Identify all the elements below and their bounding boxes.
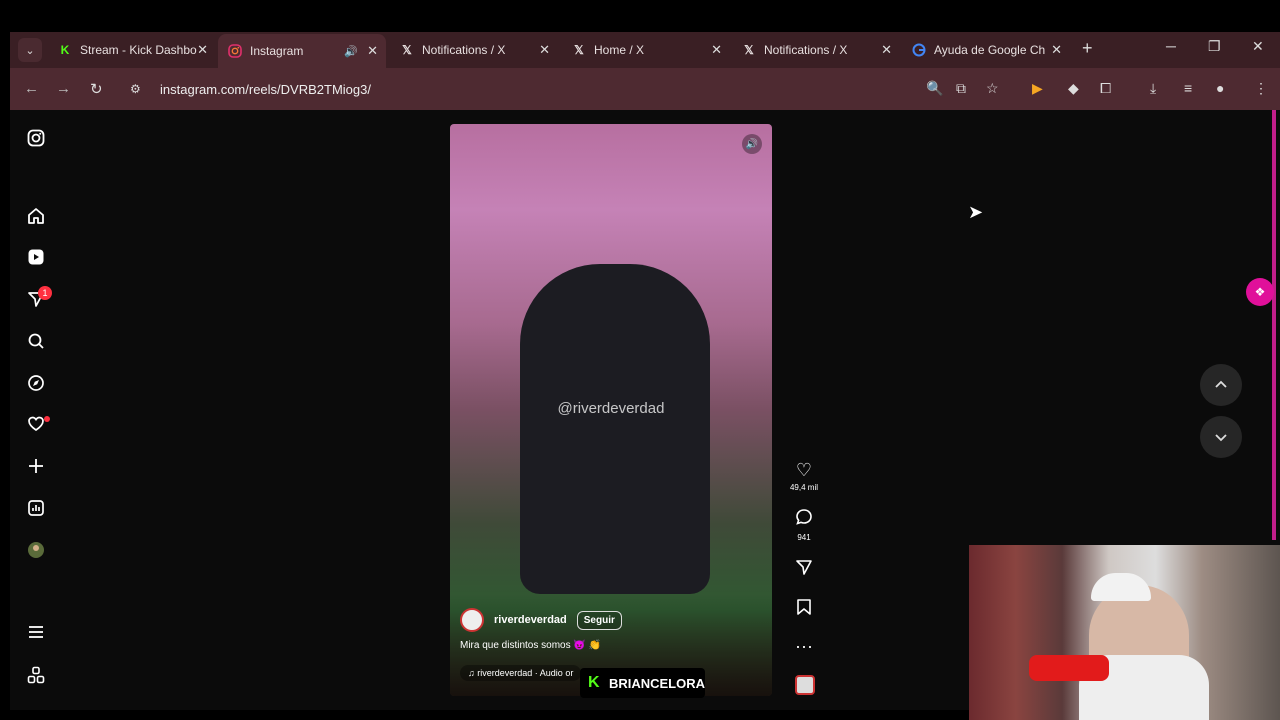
reel-caption: Mira que distintos somos 😈 👏	[460, 640, 602, 651]
screen-top-bar	[0, 0, 1280, 32]
close-icon[interactable]: ✕	[711, 42, 722, 58]
instagram-sidebar: 1	[10, 110, 64, 710]
webcam-cap	[1091, 573, 1151, 601]
extension-diamond-icon[interactable]: ◆	[1068, 80, 1079, 97]
side-extension-icon[interactable]: ❖	[1246, 278, 1274, 306]
video-person-body	[520, 264, 710, 594]
dashboard-icon[interactable]	[25, 497, 47, 519]
install-app-icon[interactable]: ⧉	[956, 80, 966, 97]
back-arrow-icon[interactable]: ←	[24, 80, 39, 97]
tab-google-help[interactable]: Ayuda de Google Ch ✕	[902, 36, 1070, 64]
zoom-icon[interactable]: 🔍	[926, 80, 943, 97]
extension-play-icon[interactable]: ▶	[1032, 80, 1043, 97]
x-favicon-icon: 𝕏	[744, 43, 754, 57]
tab-kick-dashboard[interactable]: K Stream - Kick Dashbo ✕	[48, 36, 216, 64]
tab-title: Notifications / X	[422, 43, 506, 57]
tab-x-home[interactable]: 𝕏 Home / X ✕	[562, 36, 730, 64]
browser-tabstrip: ⌄ K Stream - Kick Dashbo ✕ Instagram 🔊 ✕…	[10, 32, 1280, 68]
new-tab-plus-icon[interactable]: +	[1082, 38, 1093, 59]
downloads-icon[interactable]: ⤓	[1150, 80, 1156, 97]
streamer-name: BRIANCELORA	[608, 675, 705, 691]
close-icon[interactable]: ✕	[1051, 42, 1062, 58]
share-action[interactable]	[782, 558, 826, 581]
video-watermark: @riverdeverdad	[557, 400, 665, 417]
audio-text: riverdeverdad · Audio or	[477, 668, 574, 678]
reload-icon[interactable]: ↻	[90, 80, 103, 98]
profile-avatar-icon[interactable]: ●	[1216, 80, 1224, 96]
tab-title: Stream - Kick Dashbo	[80, 43, 197, 57]
more-options-action[interactable]: ···	[782, 636, 826, 657]
audio-thumbnail[interactable]	[795, 675, 815, 695]
browser-menu-icon[interactable]: ⋮	[1254, 80, 1268, 97]
bookmark-star-icon[interactable]: ☆	[986, 80, 999, 97]
messages-badge: 1	[38, 286, 52, 300]
media-controls-icon[interactable]: ≡	[1184, 80, 1192, 96]
close-icon[interactable]: ✕	[197, 42, 208, 58]
kick-streamer-banner: K BRIANCELORA	[580, 668, 705, 698]
close-icon[interactable]: ✕	[367, 43, 378, 59]
music-note-icon: ♫	[468, 668, 475, 678]
instagram-favicon-icon	[228, 44, 242, 58]
save-action[interactable]	[782, 598, 826, 621]
reels-icon[interactable]	[25, 246, 47, 268]
webcam-microphone	[1029, 655, 1109, 681]
next-reel-chevron-down-icon[interactable]	[1200, 416, 1242, 458]
mouse-cursor-icon: ➤	[968, 202, 984, 222]
more-menu-icon[interactable]	[25, 621, 47, 643]
bookmark-icon[interactable]	[782, 598, 826, 621]
side-panel-rail	[1272, 110, 1276, 540]
kick-logo-icon: K	[588, 674, 600, 691]
kick-favicon-icon: K	[60, 43, 70, 57]
reel-video[interactable]: 🔊 @riverdeverdad riverdeverdad Seguir Mi…	[450, 124, 772, 696]
tab-x-notifications[interactable]: 𝕏 Notifications / X ✕	[390, 36, 558, 64]
restore-icon[interactable]: ❐	[1208, 38, 1221, 55]
volume-icon[interactable]: 🔊	[742, 134, 762, 154]
forward-arrow-icon[interactable]: →	[56, 80, 71, 97]
x-favicon-icon: 𝕏	[574, 43, 584, 57]
browser-toolbar: ← → ↻ ⚙ instagram.com/reels/DVRB2TMiog3/…	[10, 68, 1280, 110]
like-action[interactable]: ♡ 49,4 mil	[782, 460, 826, 492]
tab-x-notifications-2[interactable]: 𝕏 Notifications / X ✕	[732, 36, 900, 64]
extensions-puzzle-icon[interactable]: ⧠	[1100, 80, 1111, 97]
explore-icon[interactable]	[25, 372, 47, 394]
profile-avatar[interactable]	[25, 539, 47, 561]
instagram-logo-icon[interactable]	[25, 127, 47, 149]
tab-search-button[interactable]: ⌄	[18, 38, 42, 62]
author-name[interactable]: riverdeverdad	[494, 614, 567, 626]
author-avatar[interactable]	[460, 608, 484, 632]
url-text[interactable]: instagram.com/reels/DVRB2TMiog3/	[160, 82, 371, 97]
search-icon[interactable]	[25, 330, 47, 352]
close-icon[interactable]: ✕	[539, 42, 550, 58]
window-close-icon[interactable]: ✕	[1252, 38, 1264, 55]
comment-count: 941	[797, 533, 811, 542]
home-icon[interactable]	[25, 205, 47, 227]
tab-title: Ayuda de Google Ch	[934, 43, 1046, 57]
google-favicon-icon	[912, 43, 926, 57]
tab-instagram[interactable]: Instagram 🔊 ✕	[218, 34, 386, 68]
minimize-icon[interactable]: ─	[1166, 38, 1176, 54]
create-plus-icon[interactable]	[25, 455, 47, 477]
previous-reel-chevron-up-icon[interactable]	[1200, 364, 1242, 406]
follow-button[interactable]: Seguir	[576, 610, 622, 630]
x-favicon-icon: 𝕏	[402, 43, 412, 57]
like-heart-icon[interactable]: ♡	[782, 460, 826, 481]
close-icon[interactable]: ✕	[881, 42, 892, 58]
share-icon[interactable]	[782, 558, 826, 581]
audio-label[interactable]: ♫ riverdeverdad · Audio or	[460, 665, 582, 681]
notifications-dot	[44, 416, 50, 422]
webcam-overlay	[969, 545, 1280, 720]
also-from-meta-icon[interactable]	[25, 664, 47, 686]
more-dots-icon[interactable]: ···	[782, 636, 826, 657]
tab-title: Instagram	[250, 44, 304, 58]
author-row: riverdeverdad Seguir	[460, 608, 760, 632]
address-bar[interactable]: ⚙ instagram.com/reels/DVRB2TMiog3/	[122, 75, 1022, 103]
tab-title: Home / X	[594, 43, 645, 57]
comment-icon[interactable]	[782, 508, 826, 531]
site-info-icon[interactable]: ⚙	[130, 82, 146, 96]
speaker-icon[interactable]: 🔊	[344, 45, 358, 58]
comment-action[interactable]: 941	[782, 508, 826, 542]
like-count: 49,4 mil	[789, 483, 818, 492]
tab-title: Notifications / X	[764, 43, 848, 57]
